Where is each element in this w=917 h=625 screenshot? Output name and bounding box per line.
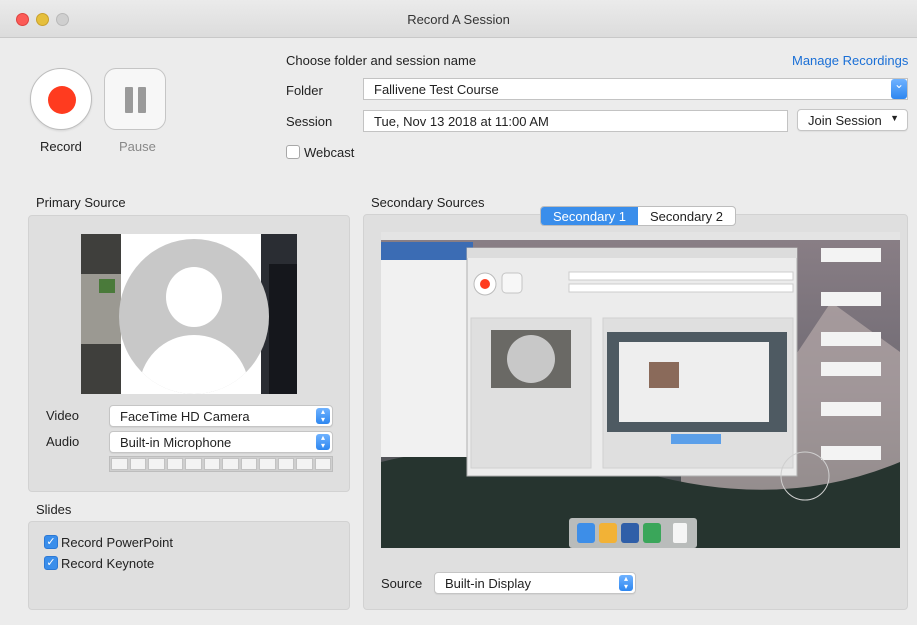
camera-preview [81, 234, 297, 394]
webcast-label: Webcast [304, 145, 355, 160]
chevron-down-icon [891, 79, 907, 99]
tab-secondary-1[interactable]: Secondary 1 [541, 207, 638, 225]
video-label: Video [46, 408, 80, 423]
folder-value: Fallivene Test Course [374, 82, 499, 97]
record-powerpoint-checkbox[interactable]: ✓ [44, 535, 58, 549]
session-label: Session [286, 114, 333, 129]
screen-preview [381, 232, 900, 548]
record-keynote-checkbox[interactable]: ✓ [44, 556, 58, 570]
primary-source-title: Primary Source [36, 195, 126, 210]
record-dot-icon [48, 86, 76, 114]
updown-arrows-icon: ▴ ▾ [316, 434, 330, 450]
audio-level-meter [109, 456, 333, 472]
video-select[interactable]: FaceTime HD Camera ▴ ▾ [109, 405, 333, 427]
slides-title: Slides [36, 502, 72, 517]
video-value: FaceTime HD Camera [120, 409, 250, 424]
webcast-checkbox[interactable] [286, 145, 300, 159]
source-value: Built-in Display [445, 576, 531, 591]
audio-value: Built-in Microphone [120, 435, 232, 450]
audio-label: Audio [46, 434, 80, 449]
avatar [119, 239, 269, 394]
pause-button[interactable] [104, 68, 166, 130]
secondary-tabs: Secondary 1 Secondary 2 [540, 206, 736, 226]
record-button[interactable] [30, 68, 92, 130]
window-title: Record A Session [407, 12, 510, 27]
folder-select[interactable]: Fallivene Test Course [363, 78, 908, 100]
manage-recordings-link[interactable]: Manage Recordings [792, 53, 908, 68]
dropdown-triangle-icon: ▼ [890, 113, 899, 123]
title-bar: Record A Session [0, 0, 917, 38]
join-session-label: Join Session [808, 113, 882, 128]
secondary-sources-title: Secondary Sources [371, 195, 485, 210]
updown-arrows-icon: ▴ ▾ [316, 408, 330, 424]
record-keynote-label: Record Keynote [61, 556, 155, 571]
session-name-input[interactable]: Tue, Nov 13 2018 at 11:00 AM [363, 110, 788, 132]
source-select[interactable]: Built-in Display ▴ ▾ [434, 572, 636, 594]
updown-arrows-icon: ▴ ▾ [619, 575, 633, 591]
source-label: Source [381, 576, 423, 591]
pause-label: Pause [119, 139, 156, 154]
pause-icon [125, 87, 133, 113]
folder-label: Folder [286, 83, 323, 98]
tab-secondary-2[interactable]: Secondary 2 [638, 207, 735, 225]
join-session-button[interactable]: Join Session ▼ [797, 109, 908, 131]
record-powerpoint-label: Record PowerPoint [61, 535, 173, 550]
desktop-thumbnail [381, 232, 900, 548]
session-value: Tue, Nov 13 2018 at 11:00 AM [374, 114, 549, 129]
session-heading: Choose folder and session name [286, 53, 477, 68]
record-label: Record [40, 139, 82, 154]
audio-select[interactable]: Built-in Microphone ▴ ▾ [109, 431, 333, 453]
